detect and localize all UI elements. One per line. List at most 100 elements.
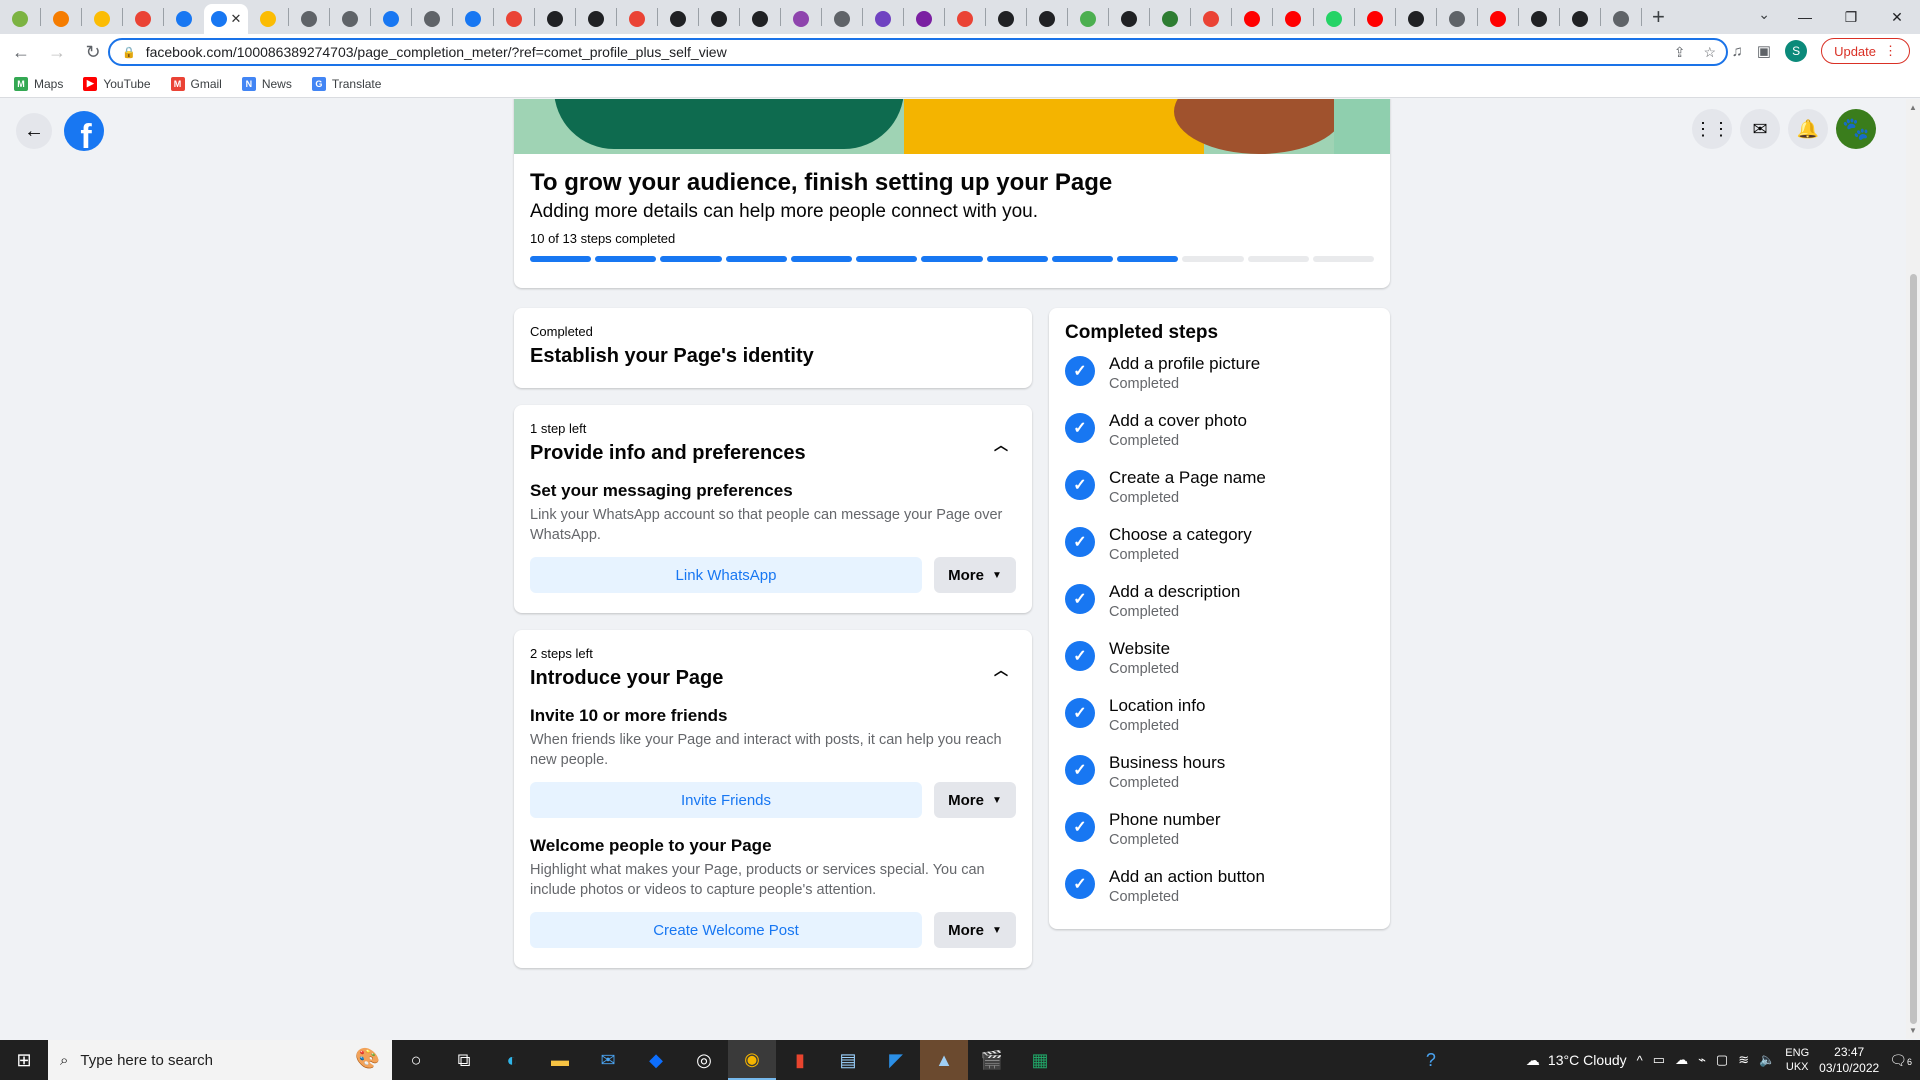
taskbar-search[interactable]: ⌕ Type here to search 🎨 [48, 1040, 392, 1080]
browser-tab[interactable] [617, 4, 657, 34]
scroll-down-arrow-icon[interactable]: ▼ [1909, 1026, 1917, 1035]
scroll-up-arrow-icon[interactable]: ▲ [1909, 103, 1917, 112]
wifi-icon[interactable]: ≋ [1738, 1052, 1749, 1068]
browser-tab[interactable] [904, 4, 944, 34]
browser-tab[interactable] [1314, 4, 1354, 34]
excel-icon[interactable]: ▦ [1016, 1040, 1064, 1080]
tab-search-icon[interactable]: ⌄ [1758, 6, 1770, 23]
more-dropdown-button[interactable]: More ▼ [934, 557, 1016, 593]
more-dropdown-button[interactable]: More ▼ [934, 912, 1016, 948]
browser-tab[interactable] [1068, 4, 1108, 34]
bookmark-youtube[interactable]: ▶ YouTube [83, 76, 151, 91]
browser-tab[interactable] [986, 4, 1026, 34]
dropbox-icon[interactable]: ◆ [632, 1040, 680, 1080]
tray-chevron-icon[interactable]: ^ [1637, 1053, 1643, 1068]
language-indicator[interactable]: ENG UKX [1785, 1046, 1809, 1074]
browser-tab[interactable] [41, 4, 81, 34]
back-arrow-button[interactable]: ← [16, 113, 52, 149]
chrome-icon[interactable]: ◉ [728, 1040, 776, 1080]
bookmark-gmail[interactable]: M Gmail [170, 76, 222, 91]
mail-icon[interactable]: ✉ [584, 1040, 632, 1080]
browser-tab[interactable] [82, 4, 122, 34]
browser-tab[interactable] [740, 4, 780, 34]
account-avatar[interactable]: 🐾 [1836, 109, 1876, 149]
notifications-icon[interactable]: 🗨6 [1889, 1052, 1912, 1069]
share-icon[interactable]: ⇪ [1674, 44, 1686, 61]
address-bar[interactable]: 🔒 facebook.com/100086389274703/page_comp… [108, 38, 1728, 66]
weather-widget[interactable]: ☁ 13°C Cloudy [1526, 1052, 1627, 1069]
office-icon[interactable]: ▮ [776, 1040, 824, 1080]
browser-tab[interactable] [330, 4, 370, 34]
photos-icon[interactable]: ▲ [920, 1040, 968, 1080]
messenger-icon[interactable]: ✉ [1740, 109, 1780, 149]
notepad-icon[interactable]: ▤ [824, 1040, 872, 1080]
cortana-icon[interactable]: ○ [392, 1040, 440, 1080]
display-icon[interactable]: ▢ [1716, 1052, 1728, 1068]
battery-icon[interactable]: ▭ [1653, 1052, 1665, 1068]
browser-tab[interactable] [658, 4, 698, 34]
edge-icon[interactable]: ◐ [488, 1040, 536, 1080]
browser-tab[interactable] [164, 4, 204, 34]
bookmark-translate[interactable]: G Translate [311, 76, 381, 91]
help-icon[interactable]: ? [1426, 1050, 1436, 1071]
new-tab-button[interactable]: + [1652, 4, 1665, 30]
close-window-button[interactable]: ✕ [1874, 0, 1920, 34]
windows-start-icon[interactable]: ⊞ [0, 1040, 48, 1080]
browser-tab[interactable] [1191, 4, 1231, 34]
browser-tab[interactable] [699, 4, 739, 34]
menu-grid-icon[interactable]: ⋮⋮ [1692, 109, 1732, 149]
browser-tab[interactable] [1478, 4, 1518, 34]
task-view-icon[interactable]: ⧉ [440, 1040, 488, 1080]
browser-tab[interactable] [781, 4, 821, 34]
restore-button[interactable]: ❐ [1828, 0, 1874, 34]
browser-tab[interactable] [412, 4, 452, 34]
app-ring-icon[interactable]: ◎ [680, 1040, 728, 1080]
update-button[interactable]: Update ⋮ [1821, 38, 1910, 64]
browser-tab[interactable] [1232, 4, 1272, 34]
browser-tab[interactable] [1560, 4, 1600, 34]
volume-icon[interactable]: 🔈 [1759, 1052, 1775, 1068]
invite-friends-button[interactable]: Invite Friends [530, 782, 922, 818]
address-url[interactable]: facebook.com/100086389274703/page_comple… [146, 44, 727, 60]
vscode-icon[interactable]: ◤ [872, 1040, 920, 1080]
media-control-icon[interactable]: ♫ [1732, 43, 1743, 60]
profile-avatar[interactable]: S [1785, 40, 1808, 62]
side-panel-icon[interactable]: ▣ [1757, 42, 1771, 60]
more-dropdown-button[interactable]: More ▼ [934, 782, 1016, 818]
browser-tab[interactable] [1355, 4, 1395, 34]
browser-tab[interactable] [945, 4, 985, 34]
browser-tab[interactable] [371, 4, 411, 34]
usb-icon[interactable]: ⌁ [1698, 1052, 1706, 1068]
tab-close-icon[interactable]: ✕ [231, 11, 242, 27]
reload-icon[interactable]: ↻ [78, 37, 108, 67]
page-scrollbar[interactable]: ▲ ▼ [1906, 99, 1920, 1039]
browser-tab[interactable] [1519, 4, 1559, 34]
forward-icon[interactable]: → [42, 37, 72, 67]
collapse-chevron-icon[interactable]: ︿ [994, 435, 1008, 455]
bookmark-news[interactable]: N News [241, 76, 292, 91]
browser-tab[interactable] [453, 4, 493, 34]
browser-tab[interactable] [289, 4, 329, 34]
browser-tab[interactable] [822, 4, 862, 34]
browser-tab[interactable] [1437, 4, 1477, 34]
browser-tab[interactable] [1027, 4, 1067, 34]
lock-icon[interactable]: 🔒 [122, 46, 136, 59]
scrollbar-thumb[interactable] [1910, 274, 1917, 1024]
browser-tab[interactable] [0, 4, 40, 34]
bookmark-star-icon[interactable]: ☆ [1703, 44, 1716, 61]
browser-tab[interactable] [576, 4, 616, 34]
clapper-icon[interactable]: 🎬 [968, 1040, 1016, 1080]
browser-tab[interactable] [535, 4, 575, 34]
link-whatsapp-button[interactable]: Link WhatsApp [530, 557, 922, 593]
browser-tab[interactable] [248, 4, 288, 34]
facebook-logo[interactable]: f [64, 111, 104, 151]
notifications-bell-icon[interactable]: 🔔 [1788, 109, 1828, 149]
browser-tab[interactable] [863, 4, 903, 34]
onedrive-icon[interactable]: ☁ [1675, 1052, 1688, 1068]
collapse-chevron-icon[interactable]: ︿ [994, 660, 1008, 680]
browser-tab[interactable] [1601, 4, 1641, 34]
browser-tab-active[interactable]: ✕ [204, 4, 248, 34]
browser-tab[interactable] [1396, 4, 1436, 34]
bookmark-maps[interactable]: M Maps [14, 76, 63, 91]
back-icon[interactable]: ← [6, 37, 36, 67]
